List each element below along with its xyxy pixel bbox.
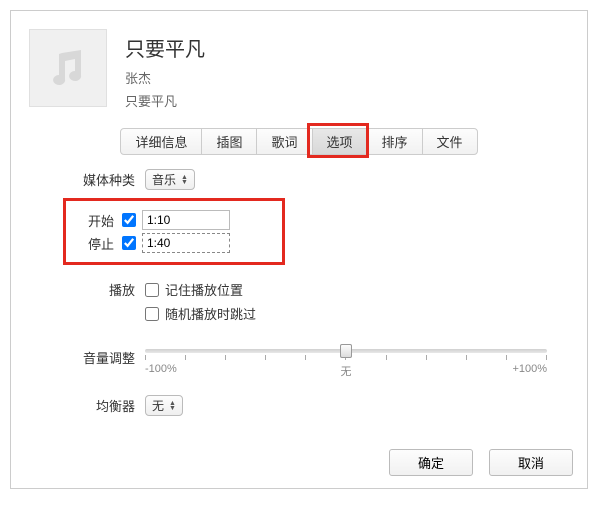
volume-thumb[interactable] [340, 344, 352, 358]
tab-artwork[interactable]: 插图 [201, 128, 257, 155]
media-kind-label: 媒体种类 [71, 170, 135, 189]
playback-label: 播放 [71, 280, 135, 299]
remember-checkbox[interactable] [145, 283, 159, 297]
tab-bar: 详细信息 插图 歌词 选项 排序 文件 [11, 128, 587, 155]
highlight-start-stop: 开始 停止 [63, 198, 285, 265]
options-form: 媒体种类 音乐 ▲▼ 开始 停止 播放 记住播放位置 [11, 169, 587, 416]
start-checkbox[interactable] [122, 213, 136, 227]
volume-label: 音量调整 [71, 348, 135, 367]
remember-label: 记住播放位置 [165, 280, 243, 299]
song-title: 只要平凡 [125, 33, 205, 62]
header: 只要平凡 张杰 只要平凡 [11, 11, 587, 120]
media-kind-row: 媒体种类 音乐 ▲▼ [71, 169, 547, 190]
eq-value: 无 [152, 397, 164, 414]
volume-slider[interactable]: -100% +100% 无 [145, 343, 547, 377]
cancel-button[interactable]: 取消 [489, 449, 573, 476]
skip-shuffle-label: 随机播放时跳过 [165, 304, 256, 323]
start-label: 开始 [74, 211, 114, 230]
chevron-updown-icon: ▲▼ [169, 401, 176, 411]
volume-center-label: 无 [341, 363, 352, 379]
music-note-icon [45, 45, 91, 91]
media-kind-value: 音乐 [152, 171, 176, 188]
tab-sorting[interactable]: 排序 [367, 128, 423, 155]
tab-options[interactable]: 选项 [312, 128, 368, 155]
eq-label: 均衡器 [71, 396, 135, 415]
eq-row: 均衡器 无 ▲▼ [71, 395, 547, 416]
song-info-panel: 只要平凡 张杰 只要平凡 详细信息 插图 歌词 选项 排序 文件 媒体种类 音乐… [10, 10, 588, 489]
album-artwork [29, 29, 107, 107]
volume-max-label: +100% [512, 363, 547, 375]
ok-button[interactable]: 确定 [389, 449, 473, 476]
volume-block: 音量调整 -100% +100% 无 [71, 337, 547, 377]
stop-input[interactable] [142, 233, 230, 253]
volume-min-label: -100% [145, 363, 177, 375]
stop-row: 停止 [74, 233, 230, 253]
chevron-updown-icon: ▲▼ [181, 175, 188, 185]
start-input[interactable] [142, 210, 230, 230]
footer: 确定 取消 [389, 449, 573, 476]
tab-details[interactable]: 详细信息 [120, 128, 202, 155]
song-album: 只要平凡 [125, 91, 205, 110]
media-kind-dropdown[interactable]: 音乐 ▲▼ [145, 169, 195, 190]
stop-label: 停止 [74, 234, 114, 253]
skip-shuffle-checkbox[interactable] [145, 307, 159, 321]
stop-checkbox[interactable] [122, 236, 136, 250]
tab-lyrics[interactable]: 歌词 [256, 128, 312, 155]
title-block: 只要平凡 张杰 只要平凡 [125, 29, 205, 110]
eq-dropdown[interactable]: 无 ▲▼ [145, 395, 183, 416]
playback-block: 播放 记住播放位置 随机播放时跳过 [71, 280, 547, 323]
tab-file[interactable]: 文件 [422, 128, 478, 155]
start-row: 开始 [74, 210, 230, 230]
song-artist: 张杰 [125, 68, 205, 87]
